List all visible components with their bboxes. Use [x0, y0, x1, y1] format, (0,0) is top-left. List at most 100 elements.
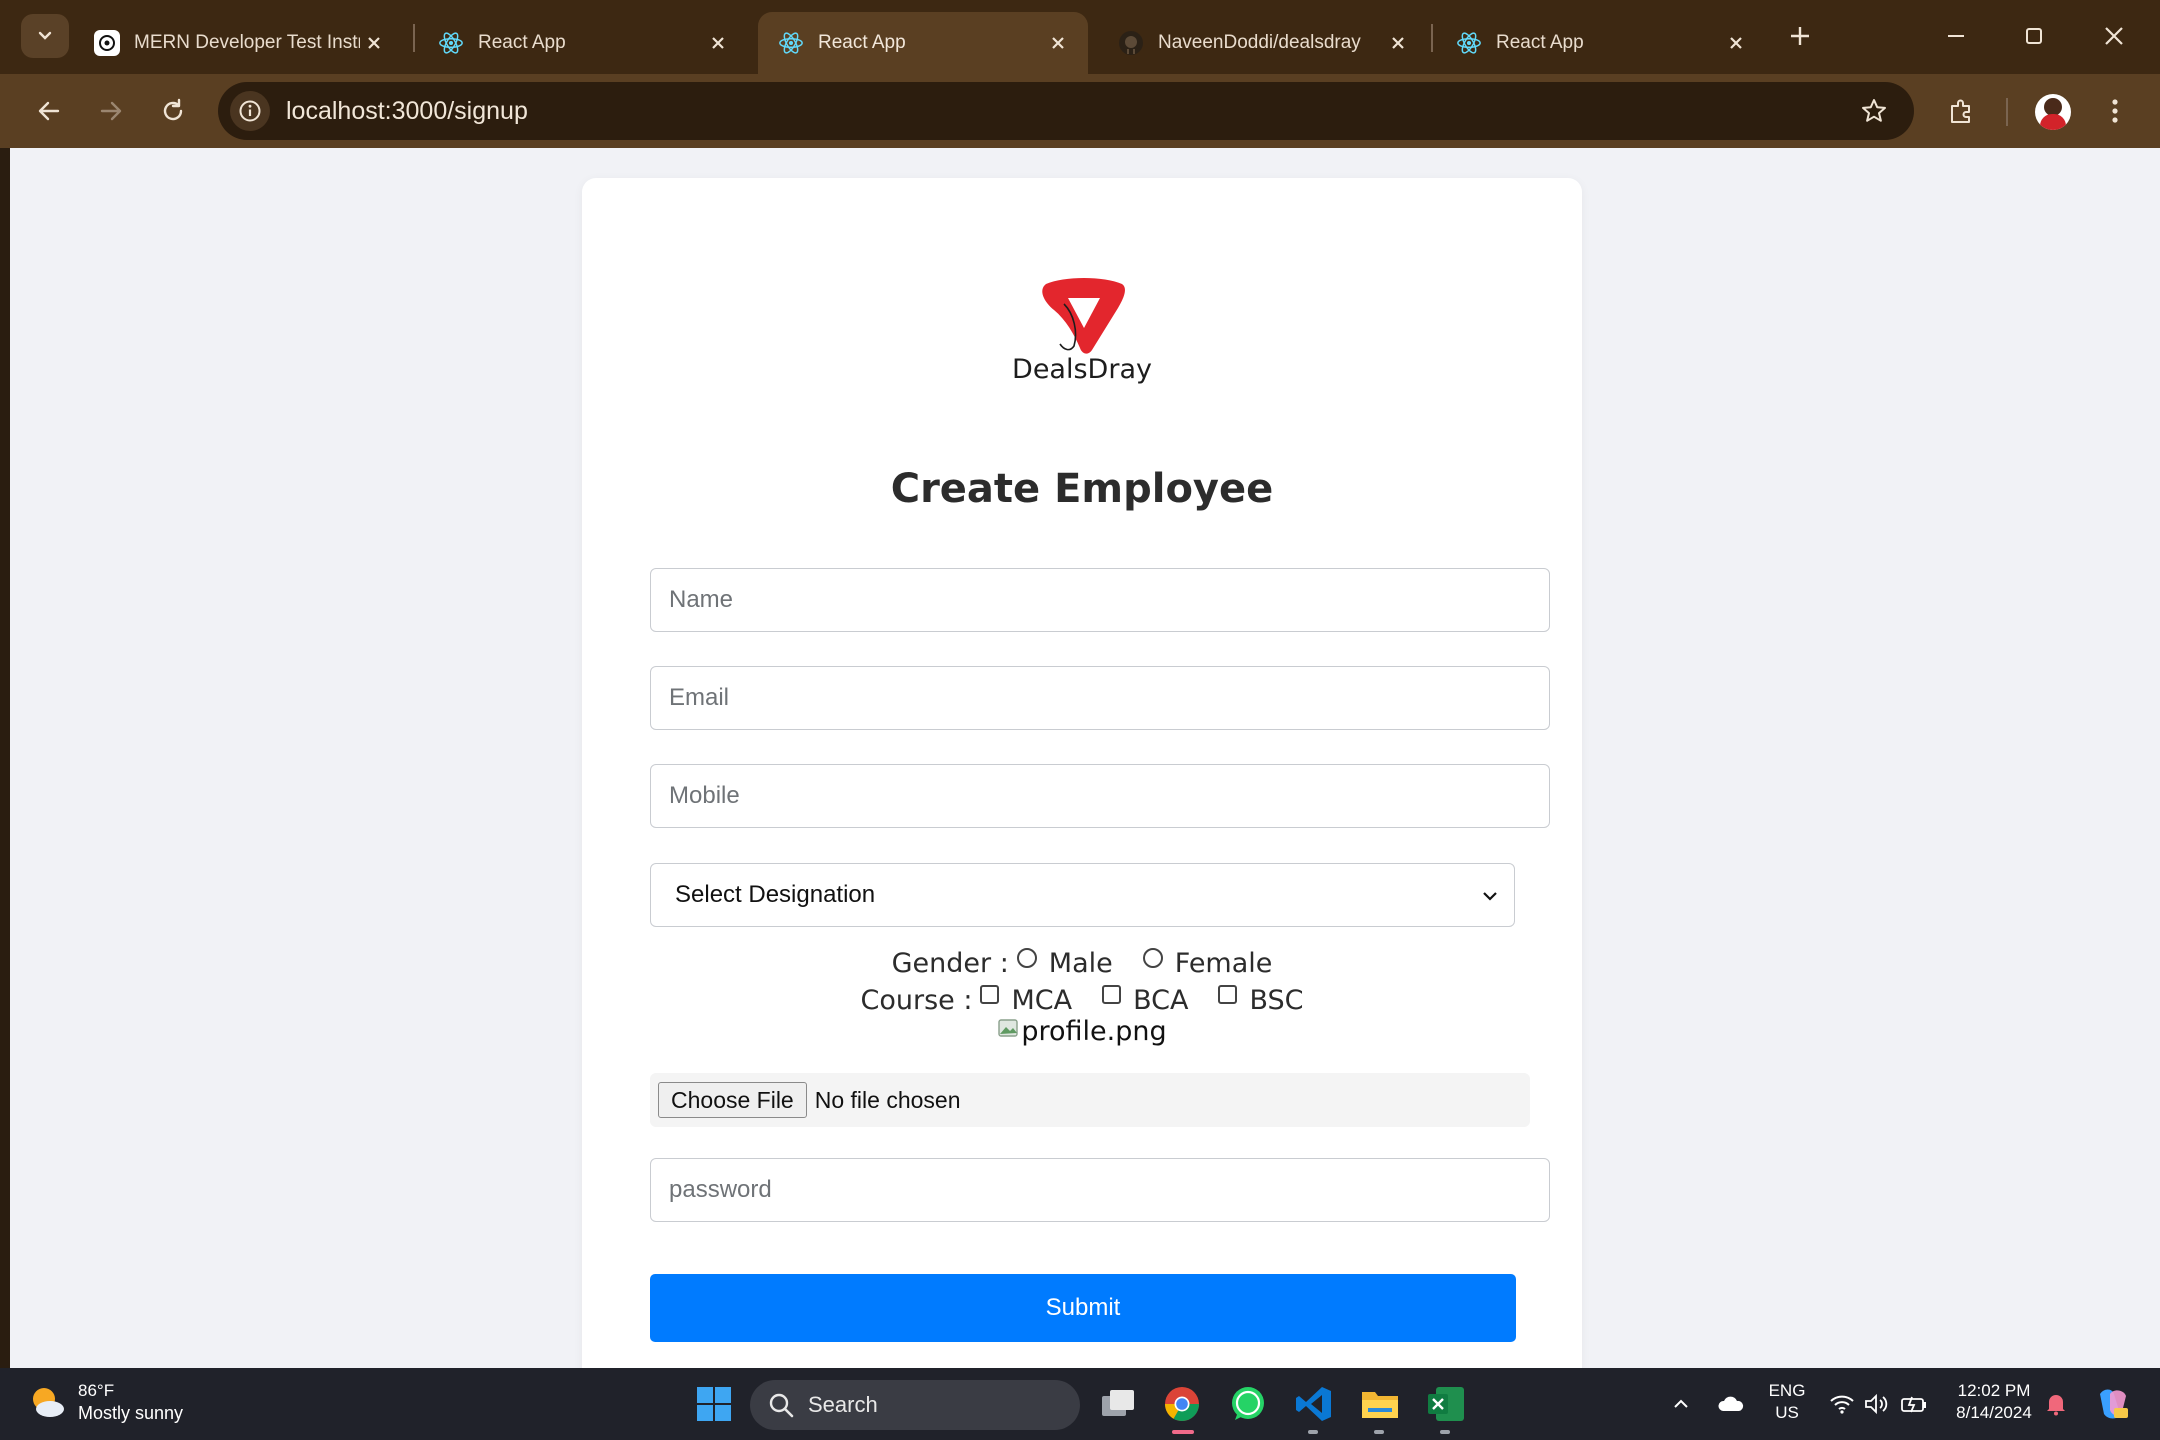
browser-toolbar: localhost:3000/signup — [0, 74, 2160, 148]
partly-sunny-icon — [33, 1388, 64, 1417]
url-text[interactable]: localhost:3000/signup — [286, 97, 528, 126]
dealsdray-logo-mark — [1042, 278, 1125, 354]
notifications-button[interactable] — [2036, 1380, 2076, 1428]
create-employee-card: DealsDray Create Employee Select Designa… — [582, 178, 1582, 1368]
profile-image-alt-text: profile.png — [1021, 1016, 1167, 1047]
reload-button[interactable] — [150, 88, 196, 134]
close-tab-icon[interactable] — [1722, 29, 1750, 57]
course-bsc-checkbox[interactable] — [1218, 985, 1238, 1004]
chevron-down-icon — [1483, 892, 1497, 901]
keyboard-region: US — [1775, 1403, 1799, 1422]
gender-male-radio[interactable] — [1016, 947, 1037, 968]
language-indicator[interactable]: ENG US — [1762, 1380, 1812, 1424]
chrome-menu-button[interactable] — [2092, 88, 2138, 134]
onedrive-button[interactable] — [1706, 1380, 1756, 1428]
react-icon — [438, 30, 464, 56]
weather-condition: Mostly sunny — [78, 1403, 184, 1423]
bell-icon — [2047, 1395, 2065, 1416]
minimize-button[interactable] — [1932, 14, 1980, 58]
extensions-button[interactable] — [1938, 88, 1984, 134]
gender-female-label: Female — [1174, 948, 1273, 979]
clock-time: 12:02 PM — [1957, 1381, 2031, 1400]
close-tab-icon[interactable] — [360, 29, 388, 57]
wifi-icon — [1830, 1395, 1854, 1414]
course-mca-checkbox[interactable] — [980, 985, 1000, 1004]
clock[interactable]: 12:02 PM 8/14/2024 — [1944, 1380, 2044, 1424]
cloud-icon — [1718, 1396, 1744, 1411]
arrow-left-icon — [38, 101, 60, 121]
show-hidden-icons-button[interactable] — [1656, 1380, 1706, 1428]
page-viewport: DealsDray Create Employee Select Designa… — [10, 148, 2160, 1368]
tab-react-app-2[interactable]: React App — [1436, 12, 1766, 74]
submit-button[interactable]: Submit — [650, 1274, 1516, 1342]
profile-image-preview: profile.png — [582, 1016, 1582, 1047]
taskbar-excel[interactable] — [1422, 1380, 1470, 1428]
choose-file-button[interactable]: Choose File — [658, 1082, 807, 1118]
taskbar-whatsapp[interactable] — [1224, 1380, 1272, 1428]
course-mca-label: MCA — [1011, 985, 1073, 1016]
close-tab-icon[interactable] — [1044, 29, 1072, 57]
battery-status[interactable] — [1892, 1380, 1936, 1428]
bookmark-star-icon[interactable] — [1858, 95, 1890, 127]
forward-button[interactable] — [88, 88, 134, 134]
profile-avatar[interactable] — [2035, 94, 2071, 130]
taskbar-search-label: Search — [808, 1392, 878, 1417]
close-tab-icon[interactable] — [704, 29, 732, 57]
close-tab-icon[interactable] — [1384, 29, 1412, 57]
toolbar-divider — [2006, 98, 2008, 126]
course-bca-checkbox[interactable] — [1102, 985, 1122, 1004]
react-icon — [778, 30, 804, 56]
tab-title: NaveenDoddi/dealsdray — [1158, 32, 1361, 53]
course-label: Course : — [860, 985, 973, 1016]
maximize-icon — [2026, 28, 2042, 44]
vscode-icon — [1296, 1387, 1331, 1421]
maximize-button[interactable] — [2010, 14, 2058, 58]
copilot-icon — [2100, 1389, 2128, 1419]
taskbar-chrome[interactable] — [1158, 1380, 1206, 1428]
email-input[interactable] — [650, 666, 1550, 730]
gender-female-radio[interactable] — [1142, 947, 1163, 968]
folder-icon — [1362, 1392, 1398, 1418]
designation-select-value: Select Designation — [675, 881, 876, 908]
start-button[interactable] — [690, 1380, 738, 1428]
gender-row: Gender : Male Female — [582, 947, 1582, 979]
more-vertical-icon — [2112, 99, 2118, 123]
taskbar-file-explorer[interactable] — [1356, 1380, 1404, 1428]
site-info-icon[interactable] — [230, 91, 270, 131]
tab-separator — [1431, 24, 1433, 52]
battery-icon — [1901, 1396, 1926, 1413]
profile-file-input[interactable]: Choose File No file chosen — [650, 1073, 1530, 1127]
new-tab-button[interactable] — [1782, 18, 1818, 54]
gender-label: Gender : — [891, 948, 1009, 979]
tab-react-app-active[interactable]: React App — [758, 12, 1088, 74]
taskbar-vscode[interactable] — [1290, 1380, 1338, 1428]
tab-react-app-1[interactable]: React App — [418, 12, 748, 74]
arrow-right-icon — [100, 101, 122, 121]
github-icon — [1118, 30, 1144, 56]
address-bar[interactable]: localhost:3000/signup — [218, 82, 1914, 140]
tab-title: MERN Developer Test Instruc — [134, 32, 360, 53]
close-window-button[interactable] — [2090, 14, 2138, 58]
speaker-icon — [1865, 1393, 1888, 1415]
mobile-input[interactable] — [650, 764, 1550, 828]
active-app-indicator — [1172, 1430, 1194, 1434]
taskbar-search[interactable]: Search — [750, 1380, 1080, 1430]
password-input[interactable] — [650, 1158, 1550, 1222]
designation-select[interactable]: Select Designation — [650, 863, 1515, 927]
dealsdray-logo: DealsDray — [582, 274, 1582, 385]
windows-taskbar: 86°F Mostly sunny Search ENG US 12:02 PM… — [0, 1368, 2160, 1440]
back-button[interactable] — [26, 88, 72, 134]
tab-mern-instructions[interactable]: MERN Developer Test Instruc — [74, 12, 404, 74]
tab-github-repo[interactable]: NaveenDoddi/dealsdray — [1098, 12, 1428, 74]
tab-search-button[interactable] — [21, 14, 69, 58]
name-input[interactable] — [650, 568, 1550, 632]
task-view-icon — [1102, 1390, 1134, 1416]
copilot-button[interactable] — [2088, 1380, 2136, 1428]
chevron-up-icon — [1674, 1399, 1688, 1408]
running-app-indicator — [1374, 1430, 1384, 1434]
language-code: ENG — [1768, 1381, 1806, 1400]
search-icon — [769, 1393, 794, 1418]
tab-separator — [413, 24, 415, 52]
task-view-button[interactable] — [1094, 1380, 1142, 1428]
weather-widget[interactable]: 86°F Mostly sunny — [28, 1380, 183, 1424]
